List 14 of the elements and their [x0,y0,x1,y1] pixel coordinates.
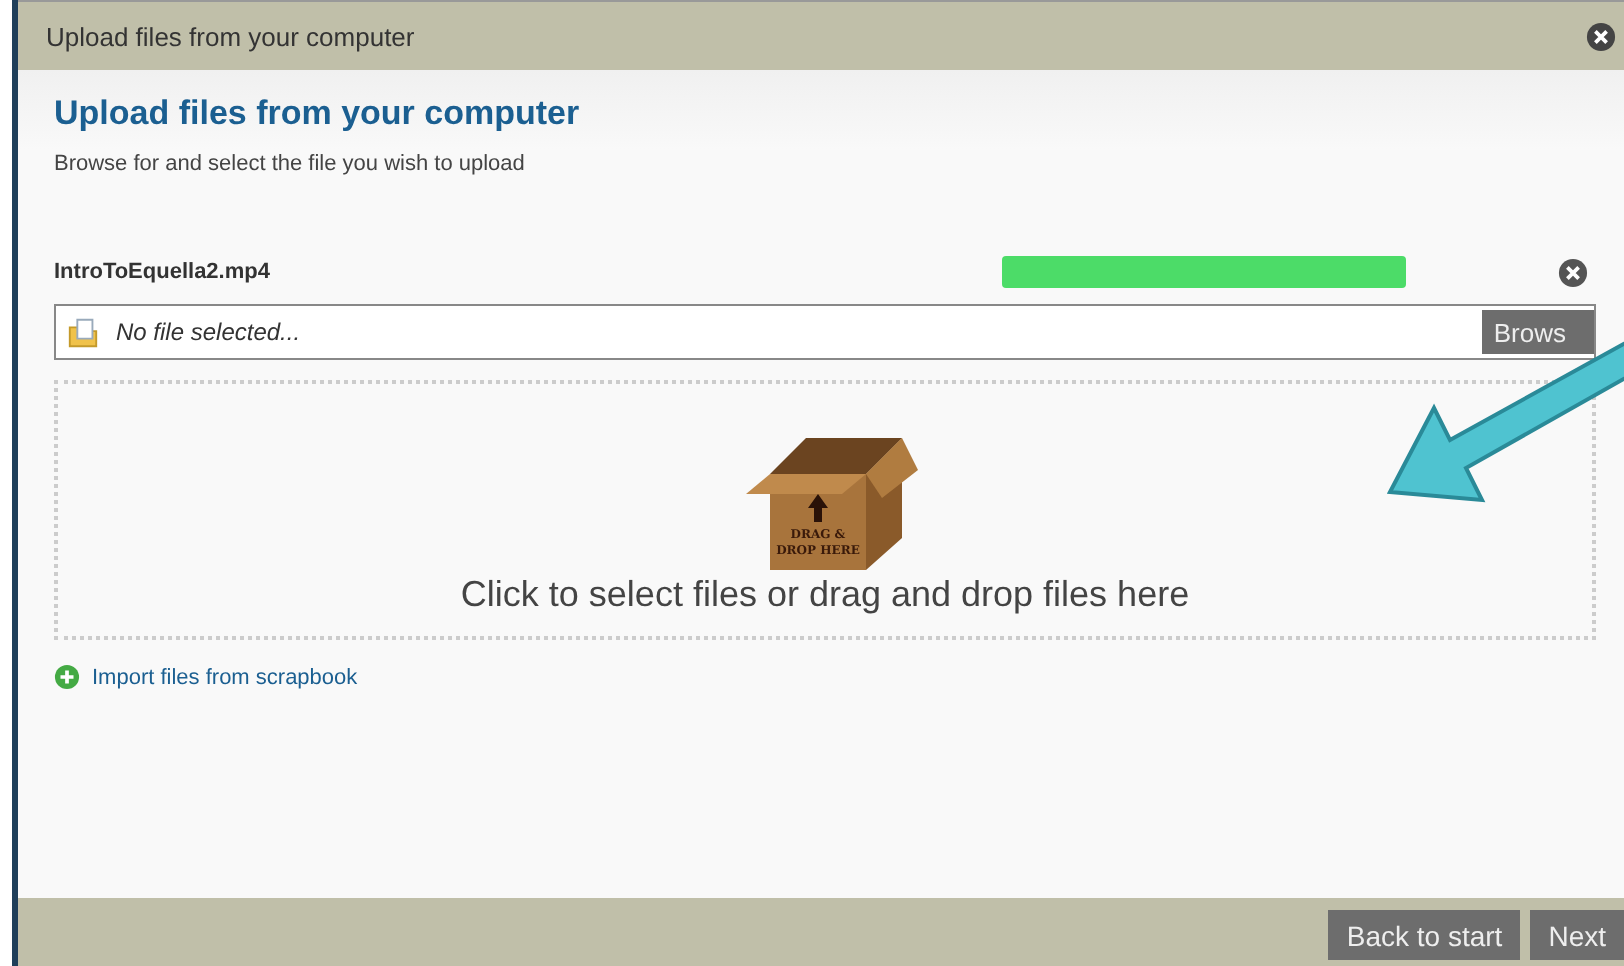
import-link[interactable]: Import files from scrapbook [92,665,358,689]
footer-button[interactable]: Next [1530,910,1624,960]
file-field[interactable]: No file selected... Brows [54,304,1596,360]
remove-icon[interactable] [1558,257,1588,287]
page-heading: Upload files from your computer [54,94,582,134]
window-title: Upload files from your computer [46,21,415,51]
add-icon [54,664,80,690]
close-icon[interactable] [1586,21,1616,51]
browse-button[interactable]: Brows [1481,310,1594,354]
footer-button[interactable]: Back to start [1328,910,1521,960]
file-name: IntroToEquella2.mp4 [54,260,272,284]
drop-text: Click to select files or drag and drop files here [460,574,1190,616]
description-text: Browse for and select the file you wish to upload [54,152,527,176]
file-icon [66,315,100,349]
